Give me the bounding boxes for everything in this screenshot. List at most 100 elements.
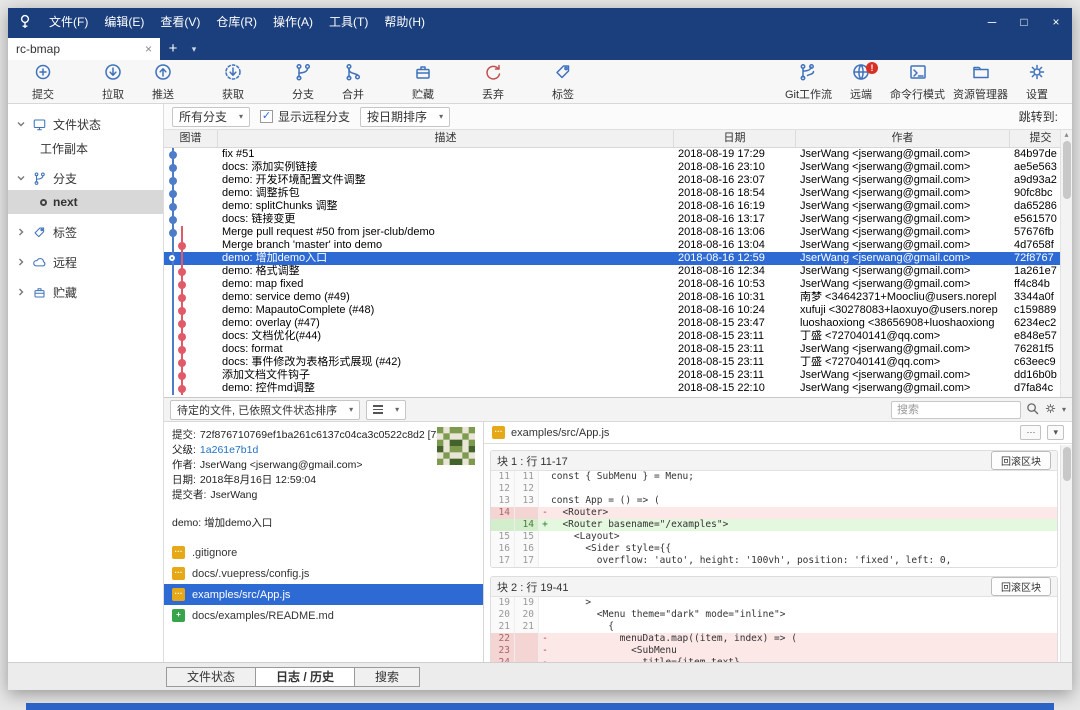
commit-row[interactable]: demo: 控件md调整 2018-08-15 22:10 JserWang <…	[164, 382, 1072, 395]
sidebar-section-tags[interactable]: 标签	[8, 220, 163, 244]
branch-filter-dropdown[interactable]: 所有分支 ▾	[172, 107, 250, 127]
commit-row[interactable]: demo: 增加demo入口 2018-08-16 12:59 JserWang…	[164, 252, 1072, 265]
terminal-button[interactable]: 命令行模式	[886, 61, 949, 103]
sidebar-section-stashes[interactable]: 贮藏	[8, 280, 163, 304]
maximize-button[interactable]: □	[1008, 8, 1040, 36]
view-options-dropdown[interactable]: ▾	[366, 400, 406, 420]
menu-item[interactable]: 查看(V)	[152, 8, 208, 36]
show-remote-checkbox-group[interactable]: ✓ 显示远程分支	[260, 108, 350, 125]
file-row[interactable]: + docs/examples/README.md	[164, 605, 483, 626]
discard-button[interactable]: 丢弃	[468, 61, 518, 103]
commit-row[interactable]: demo: 开发环境配置文件调整 2018-08-16 23:07 JserWa…	[164, 174, 1072, 187]
sidebar-section-file-status[interactable]: 文件状态	[8, 112, 163, 136]
revert-hunk-button[interactable]: 回滚区块	[991, 577, 1051, 596]
close-button[interactable]: ×	[1040, 8, 1072, 36]
scrollbar-thumb[interactable]	[1063, 141, 1071, 199]
explorer-button[interactable]: 资源管理器	[949, 61, 1012, 103]
history-scrollbar[interactable]: ▴	[1060, 130, 1072, 397]
tab-list-caret-icon[interactable]: ▾	[186, 38, 202, 60]
sort-order-dropdown[interactable]: 按日期排序 ▾	[360, 107, 450, 127]
footer-tab[interactable]: 搜索	[354, 667, 420, 687]
commit-row[interactable]: docs: format 2018-08-15 23:11 JserWang <…	[164, 343, 1072, 356]
revert-hunk-button[interactable]: 回滚区块	[991, 451, 1051, 470]
commit-row[interactable]: demo: 调整拆包 2018-08-16 18:54 JserWang <js…	[164, 187, 1072, 200]
gear-icon[interactable]	[1044, 402, 1057, 418]
pull-button[interactable]: 拉取	[88, 61, 138, 103]
diff-line[interactable]: 22 - menuData.map((item, index) => (	[491, 633, 1057, 645]
menu-item[interactable]: 编辑(E)	[96, 8, 152, 36]
tag-button[interactable]: 标签	[538, 61, 588, 103]
scrollbar-thumb[interactable]	[1063, 447, 1071, 481]
checkbox-checked-icon[interactable]: ✓	[260, 110, 273, 123]
settings-button[interactable]: 设置	[1012, 61, 1062, 103]
diff-line[interactable]: 14 - <Router>	[491, 507, 1057, 519]
column-header-description[interactable]: 描述	[218, 130, 674, 147]
diff-line[interactable]: 11 11 const { SubMenu } = Menu;	[491, 471, 1057, 483]
remote-button[interactable]: ! 远端	[836, 61, 886, 103]
diff-line[interactable]: 15 15 <Layout>	[491, 531, 1057, 543]
menu-item[interactable]: 文件(F)	[41, 8, 96, 36]
file-row[interactable]: ··· docs/.vuepress/config.js	[164, 563, 483, 584]
parent-commit-link[interactable]: 1a261e7b1d	[200, 444, 258, 456]
commit-row[interactable]: demo: splitChunks 调整 2018-08-16 16:19 Js…	[164, 200, 1072, 213]
chevron-down-icon[interactable]: ▾	[1062, 405, 1066, 414]
repo-tab[interactable]: rc-bmap ×	[8, 38, 160, 60]
footer-tab[interactable]: 日志 / 历史	[255, 667, 355, 687]
commit-row[interactable]: docs: 链接变更 2018-08-16 13:17 JserWang <js…	[164, 213, 1072, 226]
diff-line[interactable]: 23 - <SubMenu	[491, 645, 1057, 657]
minimize-button[interactable]: ─	[976, 8, 1008, 36]
menu-item[interactable]: 工具(T)	[321, 8, 376, 36]
menu-item[interactable]: 仓库(R)	[208, 8, 265, 36]
diff-line[interactable]: 21 21 {	[491, 621, 1057, 633]
pending-sort-dropdown[interactable]: 待定的文件, 已依照文件状态排序 ▾	[170, 400, 360, 420]
search-input[interactable]	[891, 401, 1021, 419]
sidebar-section-remotes[interactable]: 远程	[8, 250, 163, 274]
gitflow-button[interactable]: Git工作流	[781, 61, 836, 103]
commit-row[interactable]: fix #51 2018-08-19 17:29 JserWang <jserw…	[164, 148, 1072, 161]
commit-row[interactable]: docs: 事件修改为表格形式展现 (#42) 2018-08-15 23:11…	[164, 356, 1072, 369]
diff-options-caret[interactable]: ▾	[1047, 425, 1064, 440]
commit-row[interactable]: Merge pull request #50 from jser-club/de…	[164, 226, 1072, 239]
stash-button[interactable]: 贮藏	[398, 61, 448, 103]
scroll-up-icon[interactable]: ▴	[1064, 130, 1068, 139]
commit-description: docs: 文档优化(#44)	[218, 330, 674, 343]
commit-row[interactable]: Merge branch 'master' into demo 2018-08-…	[164, 239, 1072, 252]
sidebar-item-branch-next[interactable]: next	[8, 190, 163, 214]
diff-line[interactable]: 20 20 <Menu theme="dark" mode="inline">	[491, 609, 1057, 621]
column-header-date[interactable]: 日期	[674, 130, 796, 147]
diff-line[interactable]: 19 19 >	[491, 597, 1057, 609]
fetch-button[interactable]: 获取	[208, 61, 258, 103]
diff-line[interactable]: 12 12	[491, 483, 1057, 495]
sidebar-item-working-copy[interactable]: 工作副本	[8, 136, 163, 160]
tab-close-icon[interactable]: ×	[145, 42, 152, 56]
file-row[interactable]: ··· .gitignore	[164, 542, 483, 563]
push-button[interactable]: 推送	[138, 61, 188, 103]
menu-item[interactable]: 帮助(H)	[376, 8, 433, 36]
footer-tab[interactable]: 文件状态	[166, 667, 256, 687]
diff-more-button[interactable]: ⋯	[1020, 425, 1041, 440]
new-tab-button[interactable]: +	[160, 38, 186, 60]
commit-row[interactable]: demo: service demo (#49) 2018-08-16 10:3…	[164, 291, 1072, 304]
commit-row[interactable]: 添加文档文件钩子 2018-08-15 23:11 JserWang <jser…	[164, 369, 1072, 382]
menu-item[interactable]: 操作(A)	[265, 8, 321, 36]
diff-line[interactable]: 24 - title={item.text}	[491, 657, 1057, 662]
diff-line[interactable]: 13 13 const App = () => (	[491, 495, 1057, 507]
commit-button[interactable]: 提交	[18, 61, 68, 103]
search-icon[interactable]	[1026, 402, 1039, 418]
column-header-graph[interactable]: 图谱	[164, 130, 218, 147]
commit-row[interactable]: demo: 格式调整 2018-08-16 12:34 JserWang <js…	[164, 265, 1072, 278]
column-header-author[interactable]: 作者	[796, 130, 1010, 147]
commit-row[interactable]: demo: map fixed 2018-08-16 10:53 JserWan…	[164, 278, 1072, 291]
diff-line[interactable]: 17 17 overflow: 'auto', height: '100vh',…	[491, 555, 1057, 567]
commit-row[interactable]: docs: 文档优化(#44) 2018-08-15 23:11 丁盛 <727…	[164, 330, 1072, 343]
merge-button[interactable]: 合并	[328, 61, 378, 103]
diff-line[interactable]: 16 16 <Sider style={{	[491, 543, 1057, 555]
diff-line[interactable]: 14 + <Router basename="/examples">	[491, 519, 1057, 531]
branch-button[interactable]: 分支	[278, 61, 328, 103]
sidebar-section-branches[interactable]: 分支	[8, 166, 163, 190]
commit-row[interactable]: demo: MapautoComplete (#48) 2018-08-16 1…	[164, 304, 1072, 317]
commit-row[interactable]: docs: 添加实例链接 2018-08-16 23:10 JserWang <…	[164, 161, 1072, 174]
diff-scrollbar[interactable]	[1060, 445, 1072, 662]
file-row[interactable]: ··· examples/src/App.js	[164, 584, 483, 605]
commit-row[interactable]: demo: overlay (#47) 2018-08-15 23:47 luo…	[164, 317, 1072, 330]
